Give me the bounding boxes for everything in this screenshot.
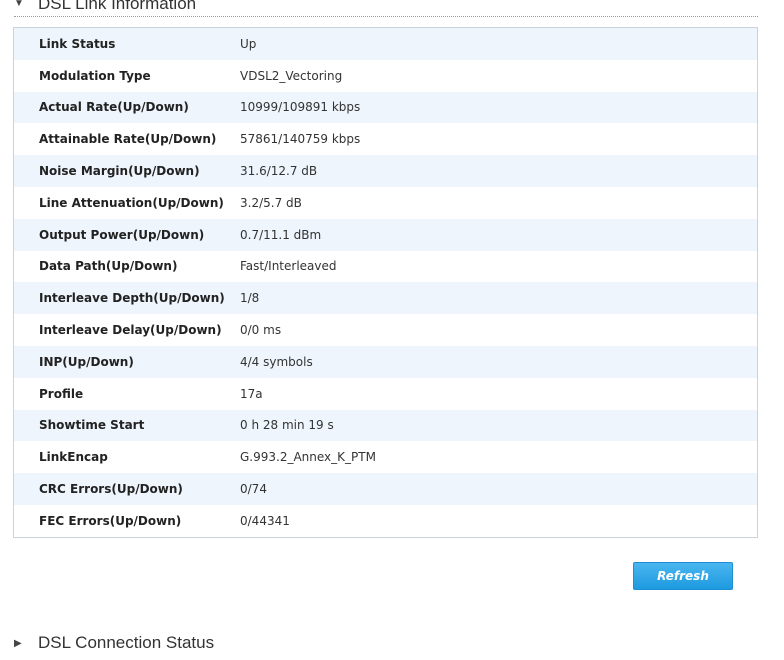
row-value: 3.2/5.7 dB (240, 195, 302, 210)
row-label: Output Power(Up/Down) (39, 227, 205, 242)
section-header-dsl-link-information[interactable]: ▼ DSL Link Information (14, 0, 758, 17)
row-value: Up (240, 36, 257, 51)
row-label: Attainable Rate(Up/Down) (39, 132, 217, 147)
dsl-link-info-table: Link Status Up Modulation Type VDSL2_Vec… (13, 27, 758, 538)
row-label: Showtime Start (39, 418, 145, 433)
table-row: Link Status Up (14, 28, 757, 60)
row-label: LinkEncap (39, 450, 108, 465)
row-value: 0/0 ms (240, 323, 282, 338)
row-label: Noise Margin(Up/Down) (39, 164, 200, 179)
table-row: Interleave Delay(Up/Down) 0/0 ms (14, 314, 757, 346)
row-value: Fast/Interleaved (240, 259, 337, 274)
row-value: 0 h 28 min 19 s (240, 418, 334, 433)
row-label: Data Path(Up/Down) (39, 259, 178, 274)
row-value: 57861/140759 kbps (240, 132, 361, 147)
refresh-button[interactable]: Refresh (633, 562, 733, 590)
row-value: 10999/109891 kbps (240, 100, 361, 115)
table-row: LinkEncap G.993.2_Annex_K_PTM (14, 441, 757, 473)
table-row: FEC Errors(Up/Down) 0/44341 (14, 505, 757, 537)
table-row: Interleave Depth(Up/Down) 1/8 (14, 282, 757, 315)
row-value: 0/74 (240, 482, 267, 497)
row-label: Interleave Delay(Up/Down) (39, 323, 222, 338)
section-title: DSL Link Information (38, 0, 197, 13)
row-value: 1/8 (240, 291, 260, 306)
row-label: FEC Errors(Up/Down) (39, 513, 182, 528)
table-row: Data Path(Up/Down) Fast/Interleaved (14, 251, 757, 283)
row-value: 31.6/12.7 dB (240, 164, 318, 179)
row-label: Actual Rate(Up/Down) (39, 100, 189, 115)
table-row: Modulation Type VDSL2_Vectoring (14, 60, 757, 92)
row-label: INP(Up/Down) (39, 354, 134, 369)
table-row: Noise Margin(Up/Down) 31.6/12.7 dB (14, 155, 757, 187)
row-value: G.993.2_Annex_K_PTM (240, 450, 376, 465)
table-row: INP(Up/Down) 4/4 symbols (14, 345, 757, 378)
row-value: 4/4 symbols (240, 354, 313, 369)
row-value: 17a (240, 386, 263, 401)
table-row: CRC Errors(Up/Down) 0/74 (14, 473, 757, 505)
table-row: Line Attenuation(Up/Down) 3.2/5.7 dB (14, 187, 757, 219)
table-row: Actual Rate(Up/Down) 10999/109891 kbps (14, 91, 757, 124)
row-label: Modulation Type (39, 68, 151, 83)
expand-arrow-icon[interactable]: ▶ (14, 638, 38, 649)
row-label: Line Attenuation(Up/Down) (39, 195, 224, 210)
collapse-arrow-icon[interactable]: ▼ (14, 0, 38, 9)
row-label: CRC Errors(Up/Down) (39, 482, 183, 497)
row-value: 0.7/11.1 dBm (240, 227, 322, 242)
table-row: Output Power(Up/Down) 0.7/11.1 dBm (14, 218, 757, 251)
row-label: Link Status (39, 36, 116, 51)
table-row: Attainable Rate(Up/Down) 57861/140759 kb… (14, 123, 757, 155)
table-row: Profile 17a (14, 378, 757, 410)
row-value: VDSL2_Vectoring (240, 68, 343, 83)
section-title: DSL Connection Status (38, 633, 215, 652)
row-label: Interleave Depth(Up/Down) (39, 291, 225, 306)
row-label: Profile (39, 386, 84, 401)
table-row: Showtime Start 0 h 28 min 19 s (14, 409, 757, 442)
section-header-dsl-connection-status[interactable]: ▶ DSL Connection Status (14, 631, 758, 655)
row-value: 0/44341 (240, 513, 290, 528)
